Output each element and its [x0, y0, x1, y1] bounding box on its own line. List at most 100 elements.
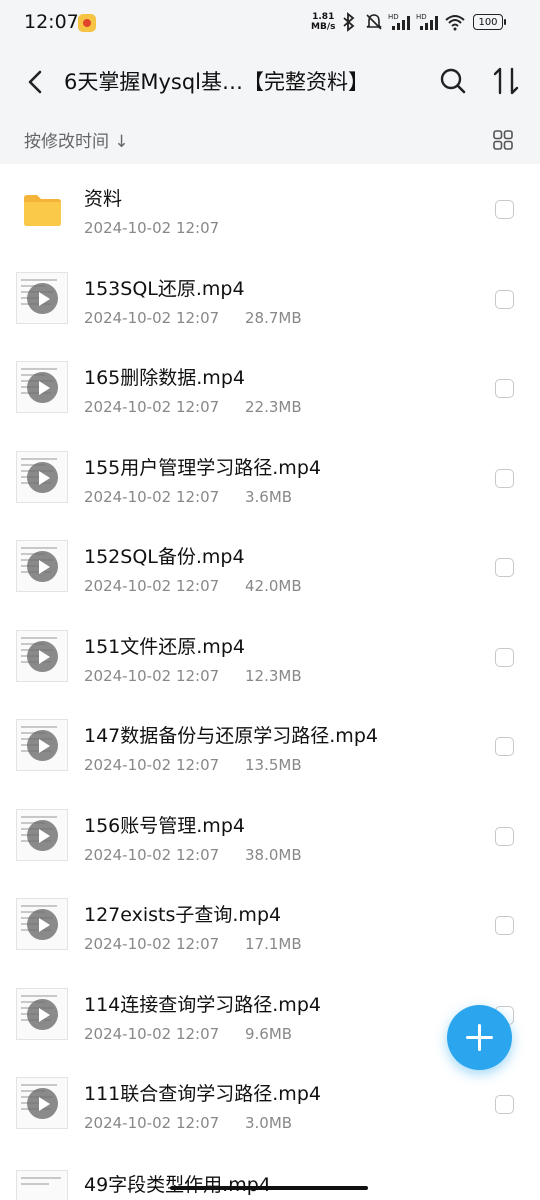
file-size: 3.0MB — [245, 1114, 293, 1132]
back-arrow-icon[interactable] — [20, 64, 52, 100]
file-date: 2024-10-02 12:07 — [84, 577, 220, 595]
sort-order-button[interactable]: 按修改时间 ↓ — [24, 127, 129, 152]
play-icon — [27, 1088, 58, 1119]
signal-hd-icon: HD — [388, 13, 410, 30]
file-size: 12.3MB — [245, 666, 302, 685]
select-checkbox[interactable] — [495, 289, 514, 309]
file-size: 38.0MB — [245, 845, 302, 864]
video-thumbnail — [16, 1170, 68, 1200]
file-date: 2024-10-02 12:07 — [84, 845, 220, 864]
video-thumbnail — [16, 271, 68, 324]
svg-text:HD: HD — [388, 13, 399, 21]
video-thumbnail — [16, 987, 68, 1040]
svg-text:HD: HD — [416, 13, 427, 21]
file-name: 127exists子查询.mp4 — [84, 904, 282, 926]
play-icon — [27, 819, 58, 851]
video-thumbnail — [16, 1077, 68, 1129]
video-thumbnail — [16, 450, 68, 503]
play-icon — [27, 998, 58, 1030]
bluetooth-icon — [343, 12, 355, 32]
app-notification-icon — [78, 14, 96, 32]
folder-row[interactable]: 资料 2024-10-02 12:07 — [0, 164, 540, 254]
file-date: 2024-10-02 12:07 — [84, 1024, 220, 1043]
file-size: 13.5MB — [245, 756, 302, 774]
file-row[interactable]: 127exists子查询.mp4 2024-10-02 12:07 17.1MB — [0, 880, 540, 970]
file-size: 3.6MB — [245, 487, 293, 506]
file-name: 153SQL还原.mp4 — [84, 277, 245, 300]
file-name: 147数据备份与还原学习路径.mp4 — [84, 725, 378, 747]
file-size: 22.3MB — [245, 398, 302, 416]
file-row[interactable]: 156账号管理.mp4 2024-10-02 12:07 38.0MB — [0, 791, 540, 881]
file-row[interactable]: 147数据备份与还原学习路径.mp4 2024-10-02 12:07 13.5MB — [0, 701, 540, 791]
file-row[interactable]: 153SQL还原.mp4 2024-10-02 12:07 28.7MB — [0, 254, 540, 344]
select-checkbox[interactable] — [495, 468, 514, 488]
select-checkbox[interactable] — [495, 558, 514, 577]
file-size: 17.1MB — [245, 935, 302, 953]
file-date: 2024-10-02 12:07 — [84, 398, 220, 416]
video-thumbnail — [16, 898, 68, 950]
select-checkbox[interactable] — [495, 200, 514, 219]
search-icon[interactable] — [438, 66, 468, 96]
video-thumbnail — [16, 719, 68, 771]
play-icon — [27, 909, 58, 940]
status-time: 12:07 — [24, 11, 79, 33]
title-bar: 6天掌握Mysql基…【完整资料】 — [0, 44, 540, 124]
network-speed-unit: MB/s — [311, 22, 336, 32]
file-row[interactable]: 155用户管理学习路径.mp4 2024-10-02 12:07 3.6MB — [0, 433, 540, 523]
file-row[interactable]: 151文件还原.mp4 2024-10-02 12:07 12.3MB — [0, 612, 540, 702]
file-size: 28.7MB — [245, 308, 302, 327]
home-indicator — [170, 1186, 368, 1190]
select-checkbox[interactable] — [495, 916, 514, 935]
folder-icon — [24, 195, 61, 226]
video-thumbnail — [16, 629, 68, 682]
file-name: 155用户管理学习路径.mp4 — [84, 456, 321, 479]
mute-icon — [366, 14, 382, 30]
file-date: 2024-10-02 12:07 — [84, 756, 220, 774]
file-name: 165删除数据.mp4 — [84, 367, 245, 389]
list-item-partial[interactable]: 49字段类型作用.mp4 — [0, 1164, 540, 1200]
file-name: 114连接查询学习路径.mp4 — [84, 993, 321, 1016]
file-date: 2024-10-02 12:07 — [84, 935, 220, 953]
sort-bar: 按修改时间 ↓ — [0, 124, 540, 164]
play-icon — [27, 282, 58, 314]
file-row[interactable]: 152SQL备份.mp4 2024-10-02 12:07 42.0MB — [0, 522, 540, 612]
network-speed: 1.81 MB/s — [311, 12, 335, 32]
video-thumbnail — [16, 808, 68, 861]
file-date: 2024-10-02 12:07 — [84, 487, 220, 506]
grid-view-icon[interactable] — [492, 129, 514, 151]
add-button[interactable] — [447, 1005, 512, 1070]
select-checkbox[interactable] — [495, 737, 514, 756]
file-name: 156账号管理.mp4 — [84, 814, 245, 837]
page-title: 6天掌握Mysql基…【完整资料】 — [64, 70, 370, 94]
signal-hd-icon: HD — [416, 13, 438, 30]
select-checkbox[interactable] — [495, 1095, 514, 1114]
file-size: 42.0MB — [245, 577, 302, 595]
status-bar: 12:07 1.81 MB/s HD HD 100 — [0, 0, 540, 44]
play-icon — [27, 461, 58, 493]
file-date: 2024-10-02 12:07 — [84, 1114, 220, 1132]
file-name: 111联合查询学习路径.mp4 — [84, 1083, 321, 1105]
network-speed-value: 1.81 — [312, 12, 335, 22]
video-thumbnail — [16, 361, 68, 413]
battery-indicator: 100 — [473, 14, 506, 30]
file-row[interactable]: 165删除数据.mp4 2024-10-02 12:07 22.3MB — [0, 343, 540, 433]
file-row[interactable]: 111联合查询学习路径.mp4 2024-10-02 12:07 3.0MB — [0, 1059, 540, 1149]
play-icon — [27, 551, 58, 582]
file-name: 资料 — [84, 188, 123, 210]
video-thumbnail — [16, 540, 68, 592]
file-date: 2024-10-02 12:07 — [84, 666, 220, 685]
file-date: 2024-10-02 12:07 — [84, 308, 220, 327]
file-name: 49字段类型作用.mp4 — [84, 1174, 271, 1196]
play-icon — [27, 372, 58, 403]
file-name: 152SQL备份.mp4 — [84, 546, 245, 568]
file-name: 151文件还原.mp4 — [84, 635, 245, 658]
select-checkbox[interactable] — [495, 379, 514, 398]
select-checkbox[interactable] — [495, 826, 514, 846]
wifi-icon — [445, 15, 465, 31]
select-checkbox[interactable] — [495, 647, 514, 667]
play-icon — [27, 730, 58, 761]
file-date: 2024-10-02 12:07 — [84, 219, 220, 237]
file-size: 9.6MB — [245, 1024, 293, 1043]
play-icon — [27, 640, 58, 672]
sort-icon[interactable] — [490, 64, 524, 98]
